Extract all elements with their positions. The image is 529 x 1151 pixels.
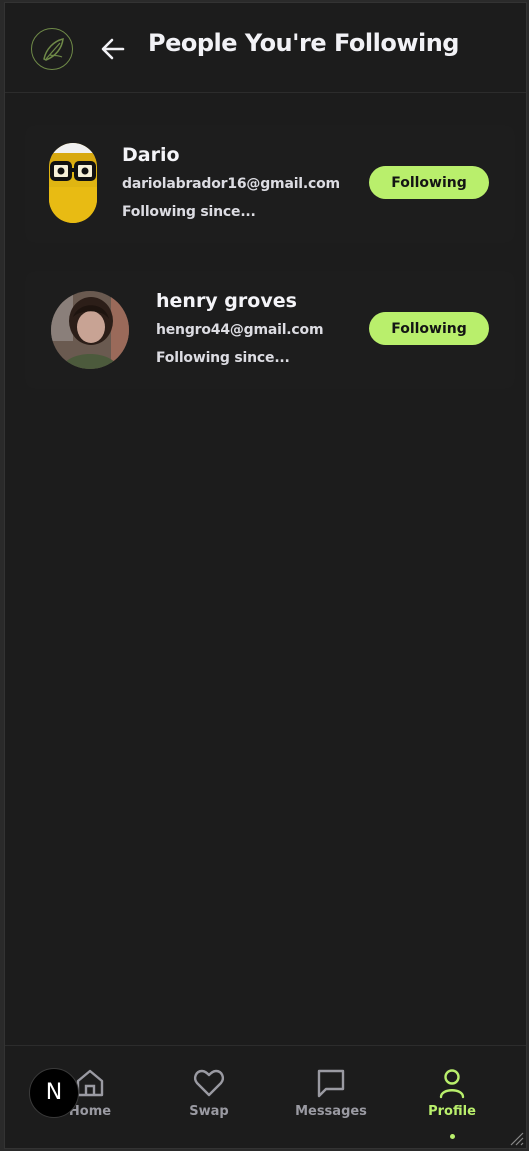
user-name: henry groves	[156, 290, 297, 312]
user-name: Dario	[122, 144, 180, 166]
following-button[interactable]: Following	[369, 312, 489, 345]
active-indicator	[449, 1134, 455, 1139]
user-email: hengro44@gmail.com	[156, 322, 324, 338]
nav-label: Messages	[295, 1104, 367, 1119]
resize-grip-icon[interactable]	[508, 1130, 524, 1146]
arrow-left-icon	[101, 38, 125, 60]
following-since: Following since...	[122, 204, 256, 220]
nav-item-profile[interactable]: Profile	[402, 1066, 502, 1139]
app-frame: People You're Following Dario dariolabra…	[4, 2, 527, 1149]
nav-label: Profile	[428, 1104, 476, 1119]
avatar[interactable]	[49, 143, 97, 223]
header: People You're Following	[5, 3, 526, 93]
following-button[interactable]: Following	[369, 166, 489, 199]
leaf-logo-icon[interactable]	[31, 28, 73, 70]
nav-item-swap[interactable]: Swap	[159, 1066, 259, 1126]
list-item[interactable]: Dario dariolabrador16@gmail.com Followin…	[25, 125, 515, 243]
nav-label: Swap	[189, 1104, 229, 1119]
avatar[interactable]	[51, 291, 129, 369]
bottom-nav: Home Swap Messages Profile	[5, 1045, 526, 1148]
nav-item-messages[interactable]: Messages	[281, 1066, 381, 1126]
heart-icon	[194, 1069, 224, 1097]
back-button[interactable]	[97, 33, 129, 65]
next-dev-badge[interactable]: N	[29, 1068, 79, 1118]
page-title: People You're Following	[148, 29, 459, 57]
message-icon	[317, 1069, 345, 1098]
user-icon	[439, 1069, 465, 1099]
following-since: Following since...	[156, 350, 290, 366]
user-email: dariolabrador16@gmail.com	[122, 176, 340, 192]
list-item[interactable]: henry groves hengro44@gmail.com Followin…	[25, 271, 515, 389]
